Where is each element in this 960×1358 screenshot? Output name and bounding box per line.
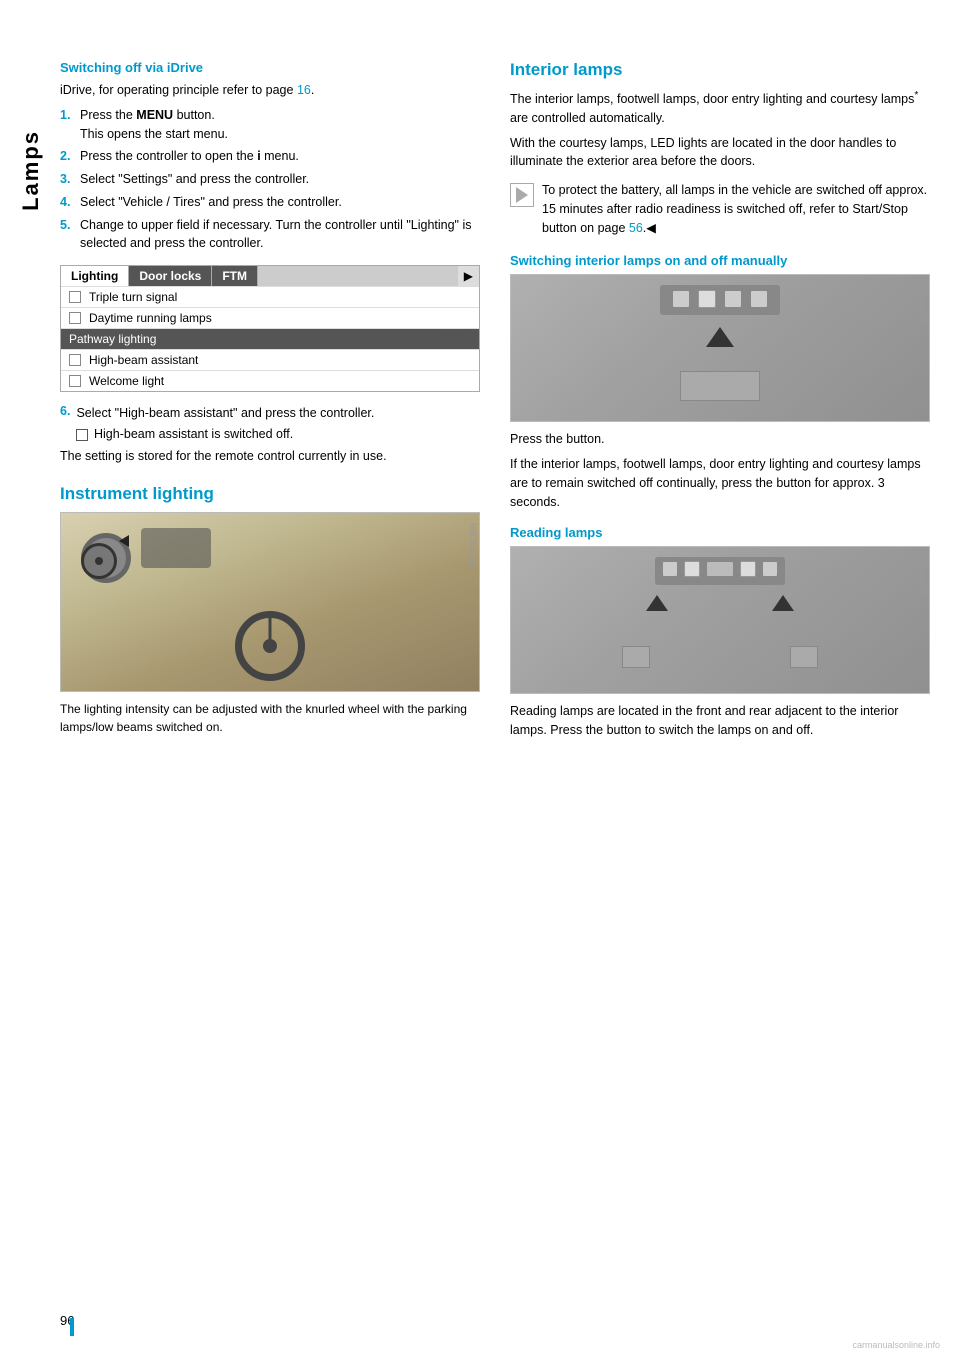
interior-intro-2: With the courtesy lamps, LED lights are … [510, 134, 930, 172]
menu-row-highbeam: High-beam assistant [61, 349, 479, 370]
instrument-lighting-section: Instrument lighting [60, 484, 480, 736]
menu-row-triple: Triple turn signal [61, 286, 479, 307]
switching-interior-title: Switching interior lamps on and off manu… [510, 253, 930, 268]
page-container: Lamps Switching off via iDrive iDrive, f… [0, 0, 960, 1358]
step-4: 4. Select "Vehicle / Tires" and press th… [60, 193, 480, 212]
instrument-lighting-title: Instrument lighting [60, 484, 480, 504]
reading-lamps-text: Reading lamps are located in the front a… [510, 702, 930, 740]
instrument-image: VBC28594A [60, 512, 480, 692]
left-column: Switching off via iDrive iDrive, for ope… [60, 60, 480, 746]
checkbox-triple [69, 291, 81, 303]
menu-row-daytime: Daytime running lamps [61, 307, 479, 328]
watermark-reading: VYC8659AP [918, 552, 927, 597]
steps-list: 1. Press the MENU button.This opens the … [60, 106, 480, 253]
reading-lamps-title: Reading lamps [510, 525, 930, 540]
page-number-bar [70, 1318, 74, 1336]
reading-image: VYC8659AP [510, 546, 930, 694]
menu-header: Lighting Door locks FTM ▶ [61, 266, 479, 286]
step-6-text: Select "High-beam assistant" and press t… [76, 404, 374, 423]
menu-table: Lighting Door locks FTM ▶ Triple turn si… [60, 265, 480, 392]
setting-stored-text: The setting is stored for the remote con… [60, 447, 480, 466]
step-1: 1. Press the MENU button.This opens the … [60, 106, 480, 144]
menu-tab-lighting: Lighting [61, 266, 129, 286]
step-2: 2. Press the controller to open the i me… [60, 147, 480, 166]
interior-detail-text: If the interior lamps, footwell lamps, d… [510, 455, 930, 511]
note-icon [510, 183, 534, 243]
content-area: Switching off via iDrive iDrive, for ope… [60, 60, 930, 746]
menu-row-pathway: Pathway lighting 240 s [61, 328, 479, 349]
idrive-intro: iDrive, for operating principle refer to… [60, 81, 480, 100]
watermark-left: VBC28594A [468, 523, 477, 567]
checkbox-highbeam [69, 354, 81, 366]
menu-row-welcome: Welcome light [61, 370, 479, 391]
right-column: Interior lamps The interior lamps, footw… [510, 60, 930, 746]
note-text: To protect the battery, all lamps in the… [542, 181, 930, 237]
menu-tab-doorlocks: Door locks [129, 266, 212, 286]
step-6-indicator-text: High-beam assistant is switched off. [94, 427, 293, 441]
instrument-image-caption: The lighting intensity can be adjusted w… [60, 700, 480, 736]
switching-off-title: Switching off via iDrive [60, 60, 480, 75]
step-6-line: 6. Select "High-beam assistant" and pres… [60, 404, 480, 423]
sidebar-label: Lamps [18, 130, 44, 211]
interior-image: VYC8658AP [510, 274, 930, 422]
bottom-watermark: carmanualsonline.info [852, 1340, 940, 1350]
checkbox-daytime [69, 312, 81, 324]
interior-intro-1: The interior lamps, footwell lamps, door… [510, 88, 930, 128]
note-box: To protect the battery, all lamps in the… [510, 181, 930, 243]
menu-tab-ftm: FTM [212, 266, 258, 286]
checkbox-icon-step6 [76, 429, 88, 441]
interior-lamps-title: Interior lamps [510, 60, 930, 80]
step-3: 3. Select "Settings" and press the contr… [60, 170, 480, 189]
press-button-text: Press the button. [510, 430, 930, 449]
step-5: 5. Change to upper field if necessary. T… [60, 216, 480, 254]
step-6-indicator: High-beam assistant is switched off. [76, 427, 480, 441]
watermark-interior: VYC8658AP [918, 280, 927, 325]
step-6-container: 6. Select "High-beam assistant" and pres… [60, 404, 480, 441]
menu-tab-arrow: ▶ [458, 266, 479, 286]
checkbox-welcome [69, 375, 81, 387]
